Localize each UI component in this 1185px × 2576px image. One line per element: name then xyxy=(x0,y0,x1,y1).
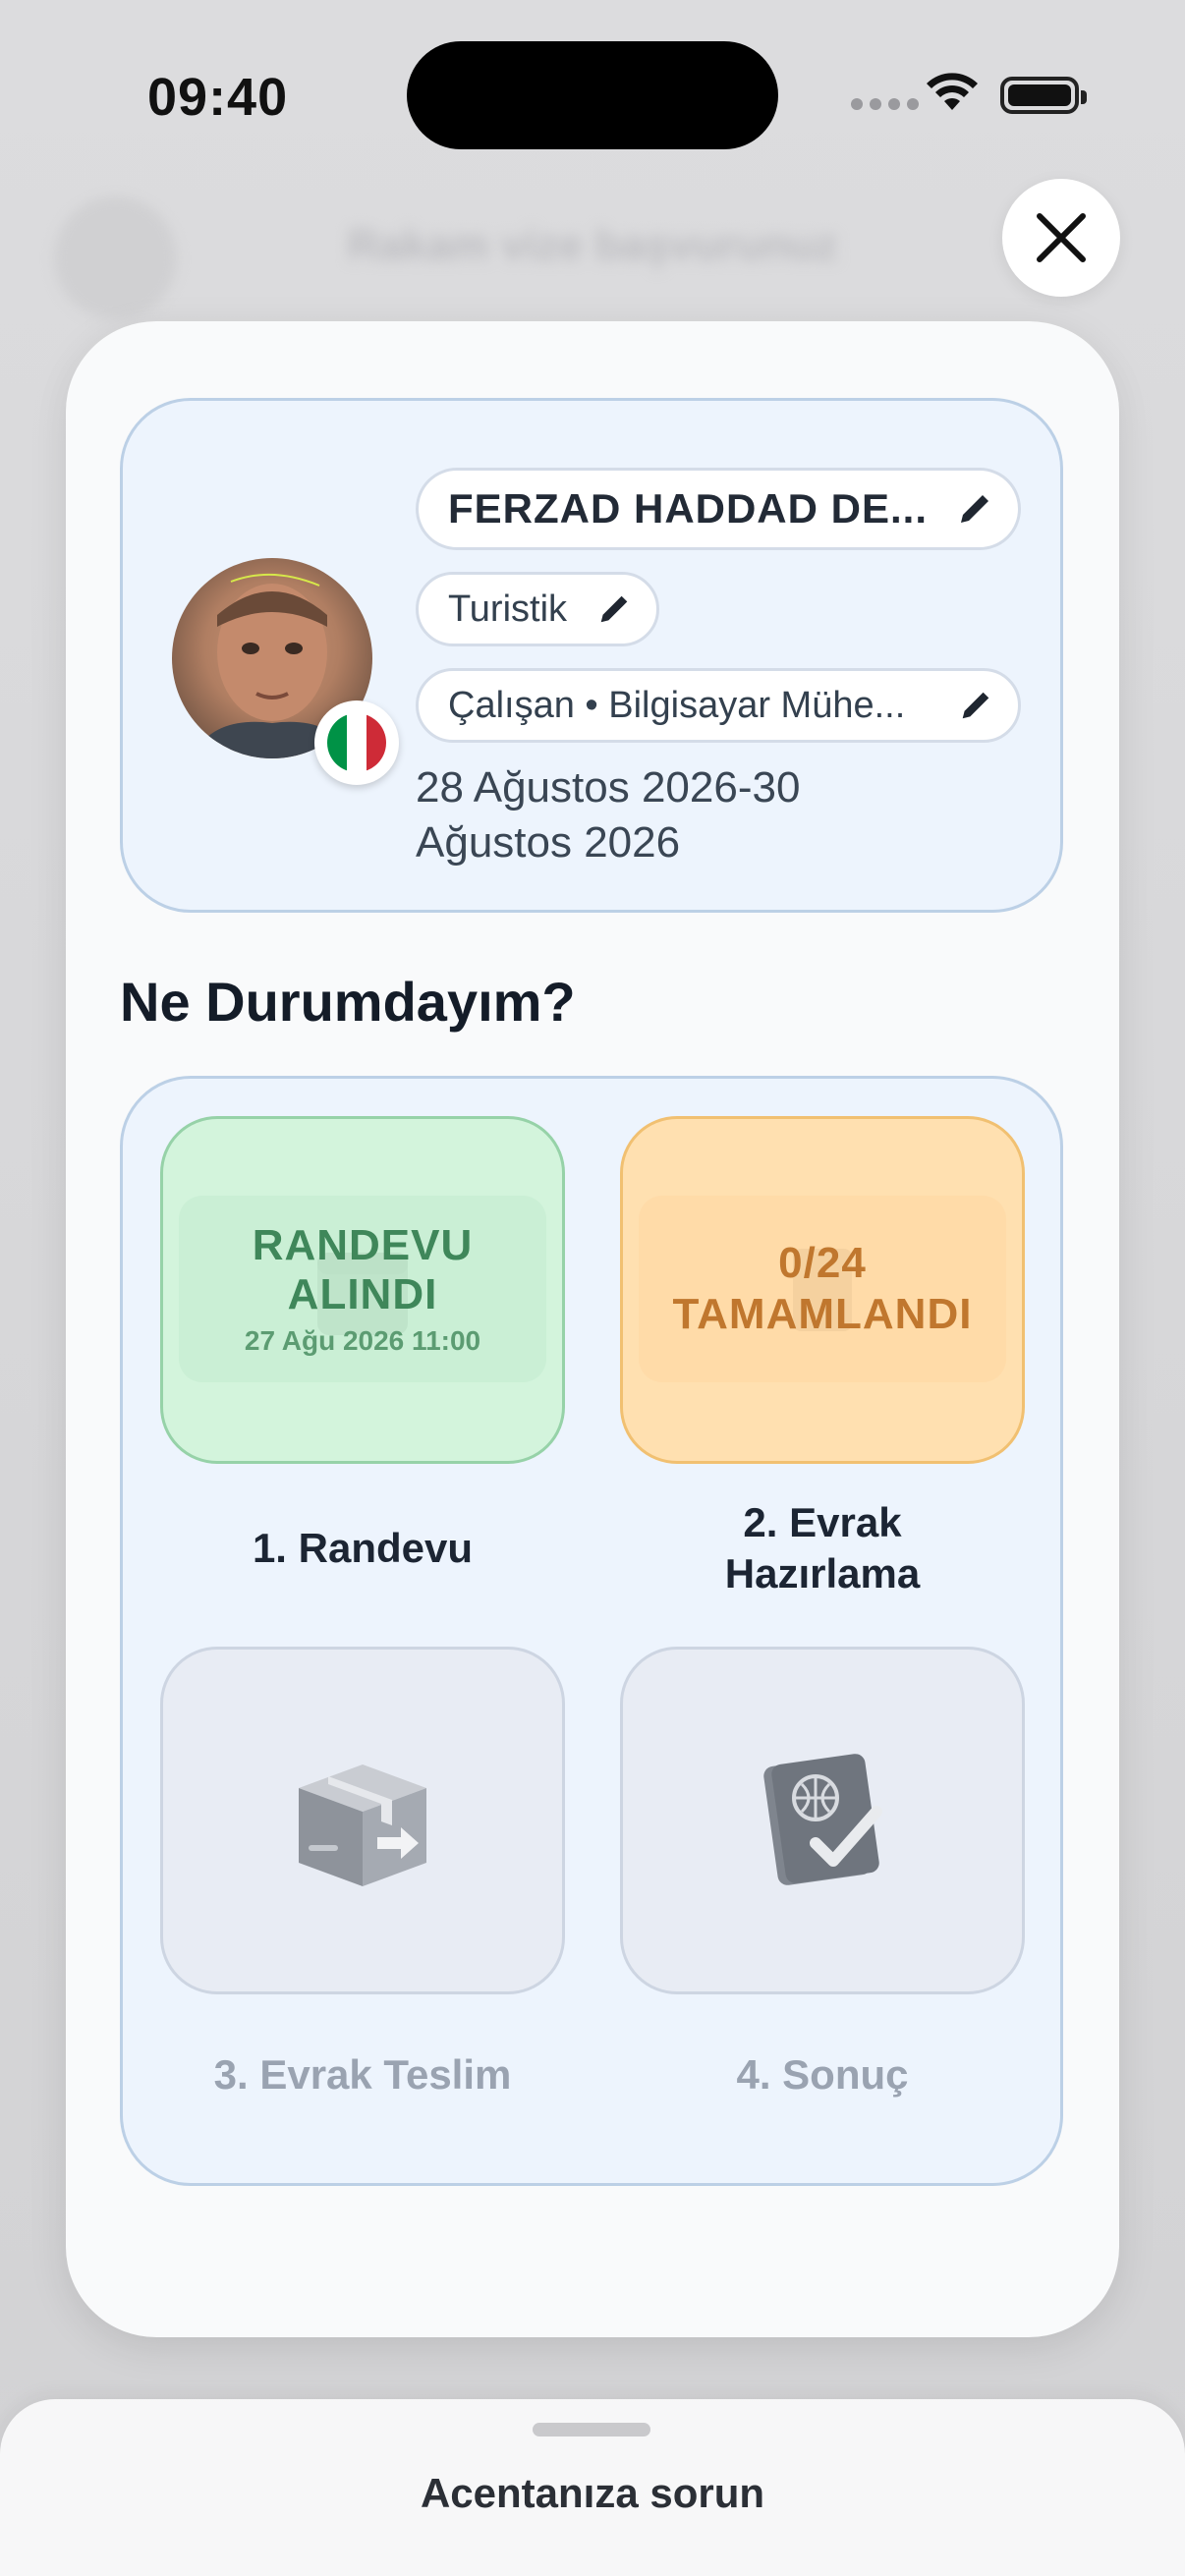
edit-occupation-pill[interactable]: Çalışan • Bilgisayar Mühe... xyxy=(416,668,1021,743)
appointment-status: RANDEVU ALINDI 27 Ağu 2026 11:00 xyxy=(179,1196,546,1382)
steps-grid: RANDEVU ALINDI 27 Ağu 2026 11:00 1. Rand… xyxy=(120,1076,1063,2186)
step-label-delivery: 3. Evrak Teslim xyxy=(213,2051,512,2098)
step-tile-delivery[interactable] xyxy=(160,1647,565,1994)
documents-status: 0/24 TAMAMLANDI xyxy=(639,1196,1006,1382)
package-icon xyxy=(299,1764,426,1886)
italy-flag-icon xyxy=(327,713,386,772)
step-tile-appointment[interactable]: RANDEVU ALINDI 27 Ağu 2026 11:00 xyxy=(160,1116,565,1464)
status-bar: 09:40 xyxy=(0,0,1185,196)
profile-section: FERZAD HADDAD DE... Turistik Çalışan • B… xyxy=(120,398,1063,913)
ask-agency-button[interactable]: Acentanıza sorun xyxy=(0,2470,1185,2517)
battery-icon xyxy=(1000,77,1087,114)
wifi-icon xyxy=(927,73,978,110)
bottom-sheet: Acentanıza sorun xyxy=(0,2399,1185,2576)
documents-progress: 0/24 TAMAMLANDI xyxy=(672,1239,973,1338)
edit-visa-type-pill[interactable]: Turistik xyxy=(416,572,659,646)
pencil-icon xyxy=(962,692,989,719)
close-button[interactable] xyxy=(1002,179,1120,297)
close-icon xyxy=(1037,213,1086,262)
step-label-result: 4. Sonuç xyxy=(736,2051,909,2098)
step-label-appointment: 1. Randevu xyxy=(252,1525,474,1571)
step-tile-result[interactable] xyxy=(620,1647,1025,1994)
passport-icon xyxy=(763,1754,882,1885)
step-label-documents: 2. Evrak Hazırlama xyxy=(724,1499,921,1596)
pencil-icon xyxy=(600,595,628,623)
applicant-name: FERZAD HADDAD DE... xyxy=(448,485,928,532)
section-title: Ne Durumdayım? xyxy=(120,971,576,1033)
appointment-datetime: 27 Ağu 2026 11:00 xyxy=(244,1325,481,1356)
occupation: Çalışan • Bilgisayar Mühe... xyxy=(448,684,906,726)
nationality-flag xyxy=(314,700,399,785)
travel-dates: 28 Ağustos 2026-30 Ağustos 2026 xyxy=(416,763,801,867)
edit-name-pill[interactable]: FERZAD HADDAD DE... xyxy=(416,468,1021,550)
pencil-icon xyxy=(961,495,988,523)
sheet-grabber[interactable] xyxy=(533,2423,650,2436)
appointment-status-main: RANDEVU ALINDI xyxy=(252,1221,474,1318)
status-time: 09:40 xyxy=(147,68,289,127)
signal-dots-icon xyxy=(851,98,919,110)
step-tile-documents[interactable]: 0/24 TAMAMLANDI xyxy=(620,1116,1025,1464)
application-card: FERZAD HADDAD DE... Turistik Çalışan • B… xyxy=(66,321,1119,2337)
dynamic-island xyxy=(407,41,778,149)
visa-type: Turistik xyxy=(448,588,568,630)
